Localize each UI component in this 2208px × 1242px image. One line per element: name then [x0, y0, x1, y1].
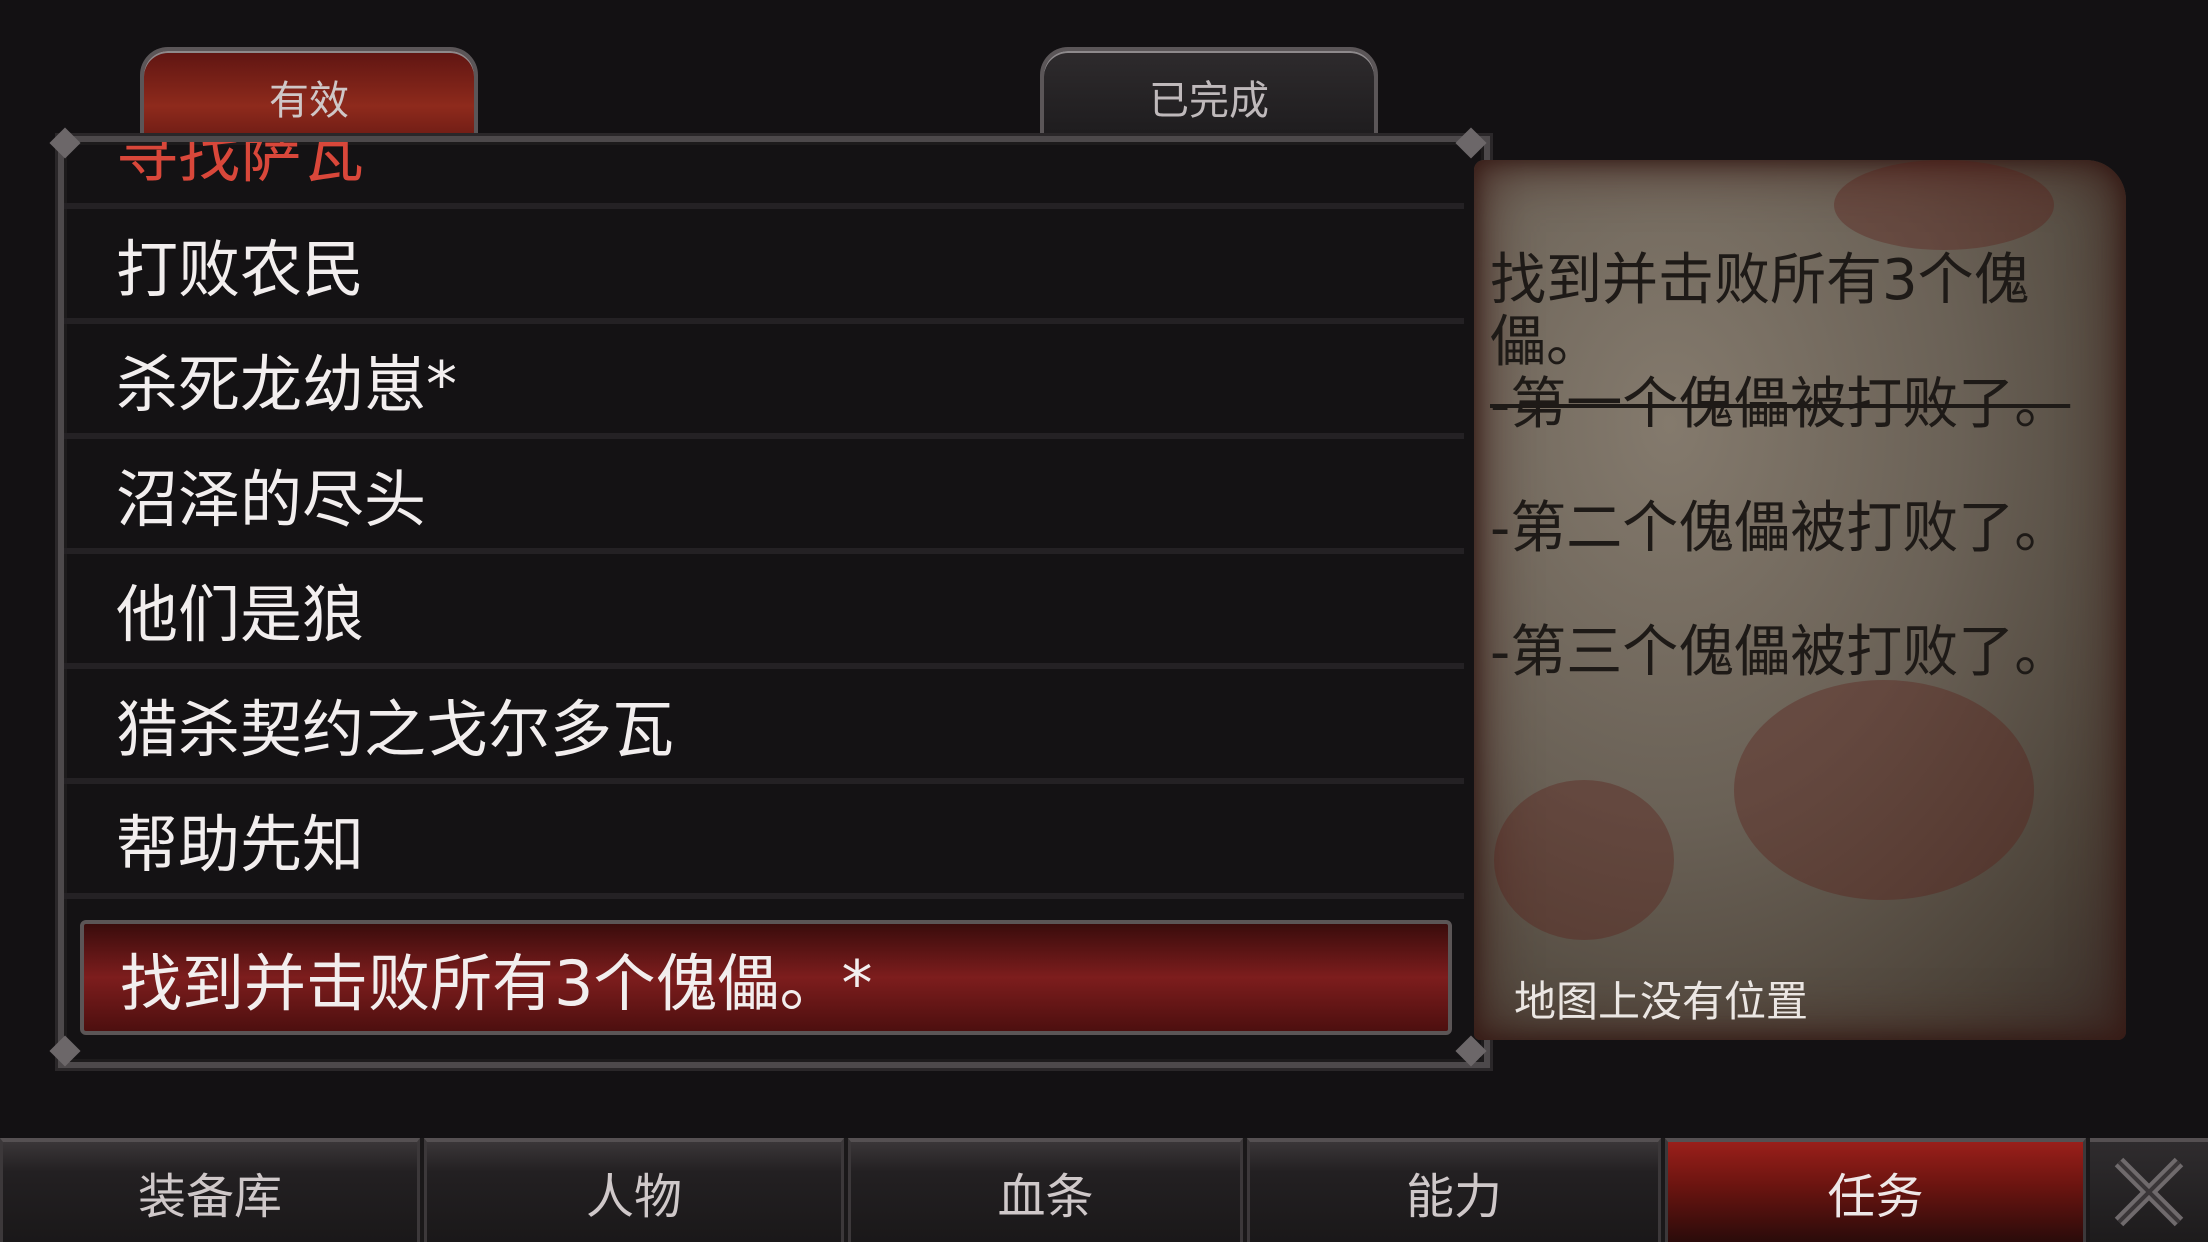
- parchment-stain: [1494, 780, 1674, 940]
- quest-objective: -第二个傀儡被打败了。: [1490, 496, 2071, 561]
- tab-active-label: 有效: [269, 78, 349, 124]
- quest-list-item-selected[interactable]: 找到并击败所有3个傀儡。*: [80, 920, 1452, 1035]
- parchment-stain: [1734, 680, 2034, 900]
- nav-tab-label: 任务: [1827, 1169, 1924, 1225]
- nav-tab-label: 人物: [585, 1169, 682, 1225]
- nav-tab-character[interactable]: 人物: [424, 1138, 844, 1242]
- quest-list-item[interactable]: 沼泽的尽头: [64, 439, 1464, 554]
- quest-detail-parchment: 找到并击败所有3个傀儡。 -第一个傀儡被打败了。 -第二个傀儡被打败了。 -第三…: [1474, 160, 2126, 1040]
- quest-list-item-label: 帮助先知: [116, 807, 365, 881]
- quest-list-item-label: 猎杀契约之戈尔多瓦: [116, 692, 675, 766]
- quest-list-item-label: 沼泽的尽头: [116, 462, 427, 536]
- quest-list-item[interactable]: 寻找萨瓦: [64, 136, 1464, 209]
- quest-list-item-label: 打败农民: [116, 232, 365, 306]
- quest-objective: -第三个傀儡被打败了。: [1490, 620, 2071, 685]
- bottom-nav: 装备库 人物 血条 能力 任务: [0, 1138, 2208, 1242]
- nav-tab-health-bar[interactable]: 血条: [848, 1138, 1243, 1242]
- tab-completed-label: 已完成: [1149, 78, 1269, 124]
- nav-tab-label: 血条: [997, 1169, 1094, 1225]
- quest-list-item-label: 杀死龙幼崽*: [116, 347, 458, 421]
- quest-list-item[interactable]: 他们是狼: [64, 554, 1464, 669]
- quest-list-item[interactable]: 帮助先知: [64, 784, 1464, 899]
- close-x-icon: [2114, 1157, 2184, 1227]
- tab-active[interactable]: 有效: [140, 47, 478, 143]
- quest-screen: 有效 已完成 寻找萨瓦 打败农民 杀死龙幼崽* 沼泽的尽头 他们是狼 猎杀契约之…: [0, 0, 2208, 1242]
- quest-list-item[interactable]: 打败农民: [64, 209, 1464, 324]
- quest-list-item[interactable]: 杀死龙幼崽*: [64, 324, 1464, 439]
- nav-tab-abilities[interactable]: 能力: [1247, 1138, 1661, 1242]
- map-location-note: 地图上没有位置: [1514, 977, 1809, 1026]
- nav-tab-label: 装备库: [137, 1169, 282, 1225]
- nav-tab-inventory[interactable]: 装备库: [0, 1138, 420, 1242]
- quest-objective-completed: -第一个傀儡被打败了。: [1490, 372, 2071, 437]
- nav-tab-quests[interactable]: 任务: [1665, 1138, 2086, 1242]
- nav-tab-label: 能力: [1405, 1169, 1502, 1225]
- close-button[interactable]: [2090, 1138, 2208, 1242]
- quest-detail-title: 找到并击败所有3个傀儡。: [1490, 248, 2030, 375]
- tab-completed[interactable]: 已完成: [1040, 47, 1378, 143]
- parchment-stain: [1834, 160, 2054, 250]
- quest-list-item[interactable]: 猎杀契约之戈尔多瓦: [64, 669, 1464, 784]
- quest-list-item-label: 找到并击败所有3个傀儡。*: [120, 946, 873, 1020]
- quest-list-item-label: 寻找萨瓦: [116, 136, 365, 191]
- quest-list-item-label: 他们是狼: [116, 577, 365, 651]
- quest-list-panel[interactable]: 寻找萨瓦 打败农民 杀死龙幼崽* 沼泽的尽头 他们是狼 猎杀契约之戈尔多瓦 帮助…: [58, 136, 1490, 1068]
